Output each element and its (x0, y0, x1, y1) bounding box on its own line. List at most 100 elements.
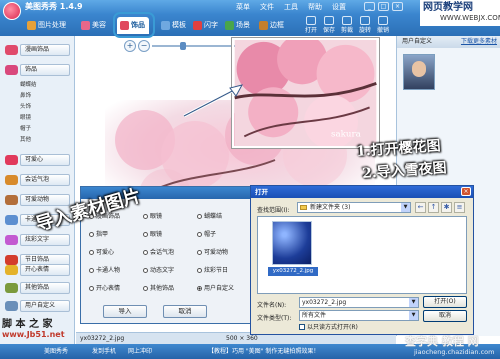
rotate-icon (360, 16, 370, 25)
option-radio[interactable]: 可爱心 (89, 247, 114, 256)
file-thumbnail[interactable] (272, 221, 312, 265)
menu-item-4[interactable]: 设置 (332, 2, 346, 12)
tab-label: 图片处理 (38, 21, 66, 29)
undo-button[interactable]: 撤销 (372, 16, 394, 36)
online-print-link[interactable]: 网上冲印 (128, 344, 152, 359)
look-in-label: 查找范围(I): (257, 207, 290, 214)
filename-value: yx03272_2.jpg (302, 299, 347, 306)
tab-beauty[interactable]: 美容 (78, 17, 110, 34)
subcategory-item[interactable]: 蝴蝶结 (20, 80, 37, 88)
download-more-link[interactable]: 下载更多素材 (461, 36, 497, 48)
option-radio[interactable]: 其他饰品 (143, 283, 174, 292)
option-radio[interactable]: 眼镜 (143, 211, 162, 220)
option-radio[interactable]: 炫彩节日 (197, 265, 228, 274)
category-panel: 漫画饰品 饰品 蝴蝶结 鼻饰 头饰 眼镜 帽子 其他 可爱心 会话气泡 可爱动物… (0, 36, 75, 346)
category-misc[interactable]: 其他饰品 (2, 282, 73, 294)
category-label: 炫彩文字 (25, 236, 50, 243)
category-label: 可爱心 (25, 156, 44, 163)
crop-label: 剪裁 (340, 27, 353, 34)
send-to-phone-link[interactable]: 发到手机 (92, 344, 116, 359)
status-app-name: 美图秀秀 (44, 348, 69, 355)
filename-field[interactable]: yx03272_2.jpg ▼ (299, 297, 419, 308)
cancel-open-button[interactable]: 取消 (423, 310, 467, 322)
option-radio[interactable]: 蝴蝶结 (197, 211, 222, 220)
sakura-preview-image: sakura (232, 38, 379, 148)
close-icon[interactable]: × (461, 187, 471, 196)
category-ornament[interactable]: 饰品 (2, 64, 73, 76)
menu-item-1[interactable]: 文件 (260, 2, 274, 12)
tab-label: 场景 (236, 21, 250, 29)
file-item-name[interactable]: yx03272_2.jpg (268, 267, 318, 276)
option-radio[interactable]: 动态文字 (143, 265, 174, 274)
file-list[interactable]: yx03272_2.jpg (257, 216, 467, 294)
zoom-in-button[interactable]: + (124, 40, 136, 52)
filetype-select[interactable]: 所有文件 ▼ (299, 310, 419, 321)
tab-flash-text[interactable]: 闪字 (190, 17, 222, 34)
site-watermark-url: WWW.WEBJX.COM (440, 14, 500, 22)
option-radio[interactable]: 可爱动物 (197, 247, 228, 256)
chevron-down-icon: ▼ (401, 203, 410, 212)
tutorial-tip-link[interactable]: 【教程】巧用 "美图" 制作无缝拍照效果！ (208, 344, 319, 359)
pointer-arrow-icon (183, 84, 243, 118)
smile-icon (5, 265, 18, 275)
category-label: 漫画饰品 (25, 46, 50, 53)
open-dialog-title: 打开 (251, 186, 473, 198)
site-watermark-title: 网页教学网 (423, 2, 473, 13)
open-file-dialog: 打开 × 查找范围(I): 新建文件夹 (3) ▼ ← ↑ ✱ ≡ yx0327… (250, 185, 474, 335)
subcategory-item[interactable]: 鼻饰 (20, 91, 31, 99)
menu-item-3[interactable]: 帮助 (308, 2, 322, 12)
close-button[interactable]: × (392, 2, 403, 11)
tab-scene[interactable]: 场景 (222, 17, 254, 34)
category-heart[interactable]: 可爱心 (2, 154, 73, 166)
undo-icon (378, 16, 388, 25)
category-comic[interactable]: 漫画饰品 (2, 44, 73, 56)
subcategory-item[interactable]: 眼镜 (20, 113, 31, 121)
cancel-import-button[interactable]: 取消 (163, 305, 207, 318)
subcategory-item[interactable]: 其他 (20, 135, 31, 143)
tab-label: 边框 (270, 21, 284, 29)
undo-label: 撤销 (376, 27, 389, 34)
filename-label: 文件名(N): (257, 302, 287, 309)
up-folder-icon[interactable]: ↑ (428, 202, 439, 213)
import-button[interactable]: 导入 (103, 305, 147, 318)
category-bubble[interactable]: 会话气泡 (2, 174, 73, 186)
new-folder-icon[interactable]: ✱ (441, 202, 452, 213)
subcategory-item[interactable]: 帽子 (20, 124, 31, 132)
zoom-slider-knob[interactable] (180, 42, 186, 50)
material-thumbnail[interactable] (403, 54, 435, 90)
bow-icon (5, 65, 18, 75)
category-user-defined[interactable]: 用户自定义 (2, 300, 73, 312)
scene-icon (225, 21, 234, 30)
option-radio[interactable]: 眼镜 (143, 229, 162, 238)
subcategory-item[interactable]: 头饰 (20, 102, 31, 110)
minimize-button[interactable]: _ (364, 2, 375, 11)
option-radio[interactable]: 卡通人物 (89, 265, 120, 274)
image-icon (27, 21, 36, 30)
maximize-button[interactable]: □ (378, 2, 389, 11)
tab-image-edit[interactable]: 图片处理 (24, 17, 70, 34)
tab-frame[interactable]: 边框 (256, 17, 288, 34)
bubble-icon (5, 175, 18, 185)
checkbox-box (299, 324, 305, 330)
look-in-value: 新建文件夹 (3) (310, 204, 351, 211)
open-file-button[interactable]: 打开(O) (423, 296, 467, 308)
menu-item-2[interactable]: 工具 (284, 2, 298, 12)
category-smile[interactable]: 开心表情 (2, 264, 73, 276)
view-menu-icon[interactable]: ≡ (454, 202, 465, 213)
option-radio[interactable]: 帽子 (197, 229, 216, 238)
category-label: 节日饰品 (25, 256, 50, 263)
category-label: 开心表情 (25, 266, 50, 273)
readonly-checkbox[interactable]: 以只读方式打开(R) (299, 322, 358, 331)
zoom-out-button[interactable]: − (138, 40, 150, 52)
option-radio-selected[interactable]: 用户自定义 (197, 283, 234, 292)
menu-item-0[interactable]: 菜单 (236, 2, 250, 12)
look-in-select[interactable]: 新建文件夹 (3) ▼ (297, 202, 411, 213)
meitu-app-icon (3, 2, 21, 20)
option-radio[interactable]: 开心表情 (89, 283, 120, 292)
tab-template[interactable]: 模板 (158, 17, 190, 34)
category-text[interactable]: 炫彩文字 (2, 234, 73, 246)
misc-icon (5, 283, 18, 293)
back-icon[interactable]: ← (415, 202, 426, 213)
option-radio[interactable]: 指甲 (89, 229, 108, 238)
option-radio[interactable]: 会话气泡 (143, 247, 174, 256)
